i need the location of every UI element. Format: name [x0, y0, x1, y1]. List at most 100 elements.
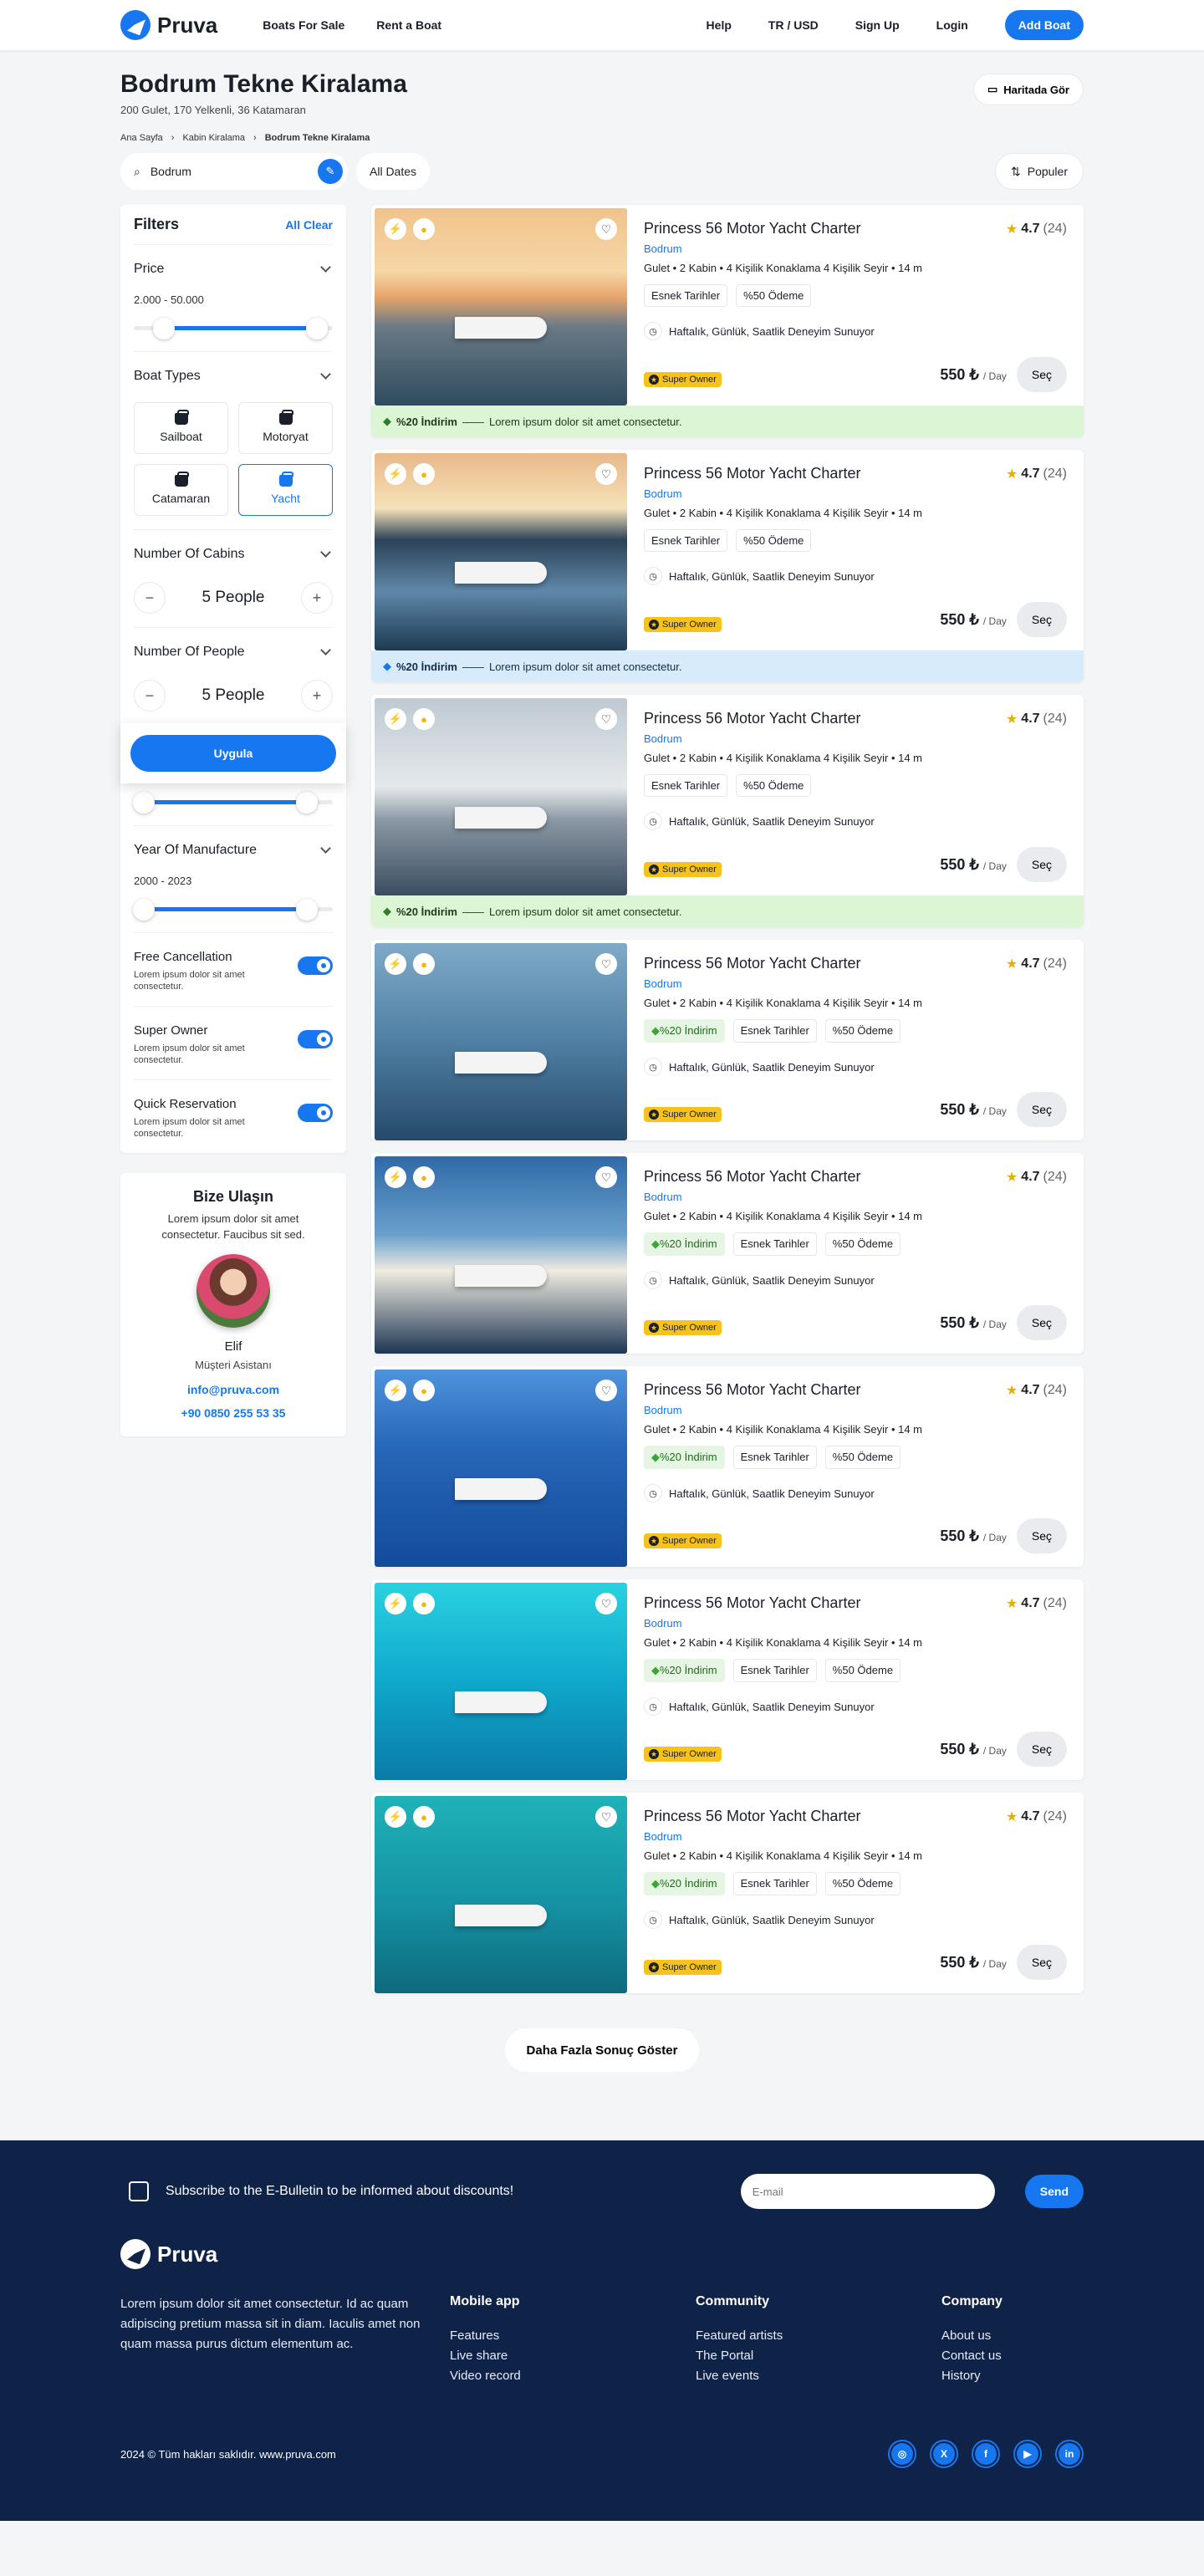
listing-card[interactable]: ⚡ ● ♡ Princess 56 Motor Yacht Charter ★ …	[371, 1579, 1084, 1780]
select-button[interactable]: Seç	[1016, 1945, 1067, 1980]
nav-link-sign-up[interactable]: Sign Up	[855, 18, 900, 32]
clear-filters-link[interactable]: All Clear	[285, 218, 333, 232]
slider-max-handle[interactable]	[296, 899, 319, 921]
contact-phone-link[interactable]: +90 0850 255 53 35	[137, 1406, 329, 1420]
nav-link-boats-for-sale[interactable]: Boats For Sale	[263, 18, 344, 32]
people-filter-toggle[interactable]: Number Of People	[134, 640, 333, 665]
listing-location[interactable]: Bodrum	[644, 242, 1067, 255]
heart-icon[interactable]: ♡	[595, 953, 617, 975]
location-search[interactable]: ⌕ Bodrum ✎	[120, 153, 348, 190]
breadcrumb-category[interactable]: Kabin Kiralama	[182, 133, 245, 143]
show-more-results-button[interactable]: Daha Fazla Sonuç Göster	[504, 2028, 700, 2072]
listing-location[interactable]: Bodrum	[644, 1617, 1067, 1630]
listing-location[interactable]: Bodrum	[644, 487, 1067, 500]
select-button[interactable]: Seç	[1016, 1518, 1067, 1553]
footer-link[interactable]: The Portal	[696, 2346, 941, 2366]
cabins-decrement-button[interactable]: −	[134, 582, 166, 614]
footer-link[interactable]: About us	[941, 2326, 1002, 2346]
boat-photo[interactable]: ⚡ ● ♡	[375, 1583, 627, 1780]
boat-type-yacht[interactable]: Yacht	[238, 464, 333, 516]
listing-location[interactable]: Bodrum	[644, 1191, 1067, 1203]
people-increment-button[interactable]: +	[300, 680, 333, 712]
boat-type-motoryat[interactable]: Motoryat	[238, 402, 333, 454]
people-decrement-button[interactable]: −	[134, 680, 166, 712]
heart-icon[interactable]: ♡	[595, 1166, 617, 1188]
boat-photo[interactable]: ⚡ ● ♡	[375, 698, 627, 895]
select-button[interactable]: Seç	[1016, 1305, 1067, 1340]
listing-title[interactable]: Princess 56 Motor Yacht Charter	[644, 1168, 860, 1186]
slider-min-handle[interactable]	[132, 792, 155, 814]
super-owner-toggle[interactable]	[298, 1030, 333, 1048]
boat-photo[interactable]: ⚡ ● ♡	[375, 1156, 627, 1354]
listing-location[interactable]: Bodrum	[644, 1404, 1067, 1416]
boat-photo[interactable]: ⚡ ● ♡	[375, 1796, 627, 1993]
linkedin-icon[interactable]: in	[1055, 2440, 1084, 2468]
instagram-icon[interactable]: ◎	[888, 2440, 916, 2468]
footer-link[interactable]: Live events	[696, 2366, 941, 2386]
contact-email-link[interactable]: info@pruva.com	[137, 1383, 329, 1396]
select-button[interactable]: Seç	[1016, 1092, 1067, 1127]
listing-title[interactable]: Princess 56 Motor Yacht Charter	[644, 220, 860, 237]
heart-icon[interactable]: ♡	[595, 1806, 617, 1828]
edit-icon[interactable]: ✎	[318, 159, 343, 184]
select-button[interactable]: Seç	[1016, 602, 1067, 637]
boat-type-filter-toggle[interactable]: Boat Types	[134, 364, 333, 389]
select-button[interactable]: Seç	[1016, 847, 1067, 882]
listing-title[interactable]: Princess 56 Motor Yacht Charter	[644, 465, 860, 482]
boat-photo[interactable]: ⚡ ● ♡	[375, 943, 627, 1140]
footer-link[interactable]: History	[941, 2366, 1002, 2386]
price-slider[interactable]	[134, 318, 333, 339]
listing-title[interactable]: Princess 56 Motor Yacht Charter	[644, 1594, 860, 1612]
listing-title[interactable]: Princess 56 Motor Yacht Charter	[644, 1381, 860, 1399]
heart-icon[interactable]: ♡	[595, 463, 617, 485]
footer-link[interactable]: Contact us	[941, 2346, 1002, 2366]
cabins-filter-toggle[interactable]: Number Of Cabins	[134, 542, 333, 567]
sort-button[interactable]: ⇅ Populer	[995, 153, 1084, 190]
slider-min-handle[interactable]	[152, 318, 175, 339]
cabins-increment-button[interactable]: +	[300, 582, 333, 614]
listing-card[interactable]: ⚡ ● ♡ Princess 56 Motor Yacht Charter ★ …	[371, 1366, 1084, 1567]
listing-card[interactable]: ⚡ ● ♡ Princess 56 Motor Yacht Charter ★ …	[371, 940, 1084, 1140]
extra-range-slider[interactable]	[132, 792, 333, 814]
listing-title[interactable]: Princess 56 Motor Yacht Charter	[644, 955, 860, 972]
listing-card[interactable]: ⚡ ● ♡ Princess 56 Motor Yacht Charter ★ …	[371, 205, 1084, 437]
select-button[interactable]: Seç	[1016, 357, 1067, 392]
heart-icon[interactable]: ♡	[595, 1593, 617, 1614]
footer-link[interactable]: Video record	[450, 2366, 696, 2386]
boat-photo[interactable]: ⚡ ● ♡	[375, 208, 627, 406]
slider-max-handle[interactable]	[296, 792, 319, 814]
footer-link[interactable]: Live share	[450, 2346, 696, 2366]
map-view-button[interactable]: ▭ Haritada Gör	[972, 74, 1084, 105]
date-selector[interactable]: All Dates	[356, 153, 431, 190]
breadcrumb-home[interactable]: Ana Sayfa	[120, 133, 163, 143]
listing-location[interactable]: Bodrum	[644, 1830, 1067, 1843]
listing-title[interactable]: Princess 56 Motor Yacht Charter	[644, 710, 860, 727]
listing-card[interactable]: ⚡ ● ♡ Princess 56 Motor Yacht Charter ★ …	[371, 1153, 1084, 1354]
heart-icon[interactable]: ♡	[595, 708, 617, 730]
slider-min-handle[interactable]	[132, 899, 155, 921]
listing-card[interactable]: ⚡ ● ♡ Princess 56 Motor Yacht Charter ★ …	[371, 450, 1084, 682]
footer-logo[interactable]: Pruva	[120, 2239, 1084, 2269]
listing-location[interactable]: Bodrum	[644, 732, 1067, 745]
nav-link-help[interactable]: Help	[707, 18, 732, 32]
currency-language-selector[interactable]: TR / USD	[768, 18, 819, 32]
facebook-icon[interactable]: f	[972, 2440, 1000, 2468]
add-boat-button[interactable]: Add Boat	[1004, 10, 1084, 40]
year-slider[interactable]	[132, 899, 333, 921]
slider-max-handle[interactable]	[305, 318, 328, 339]
listing-title[interactable]: Princess 56 Motor Yacht Charter	[644, 1808, 860, 1825]
boat-type-catamaran[interactable]: Catamaran	[134, 464, 228, 516]
footer-link[interactable]: Featured artists	[696, 2326, 941, 2346]
newsletter-send-button[interactable]: Send	[1024, 2175, 1084, 2208]
listing-location[interactable]: Bodrum	[644, 977, 1067, 990]
nav-link-rent-a-boat[interactable]: Rent a Boat	[376, 18, 441, 32]
heart-icon[interactable]: ♡	[595, 1380, 617, 1401]
heart-icon[interactable]: ♡	[595, 218, 617, 240]
apply-filters-button[interactable]: Uygula	[130, 735, 336, 772]
free-cancellation-toggle[interactable]	[298, 956, 333, 975]
footer-link[interactable]: Features	[450, 2326, 696, 2346]
boat-photo[interactable]: ⚡ ● ♡	[375, 1370, 627, 1567]
newsletter-email-input[interactable]	[740, 2174, 995, 2209]
year-filter-toggle[interactable]: Year Of Manufacture	[134, 838, 333, 863]
youtube-icon[interactable]: ▶	[1013, 2440, 1042, 2468]
